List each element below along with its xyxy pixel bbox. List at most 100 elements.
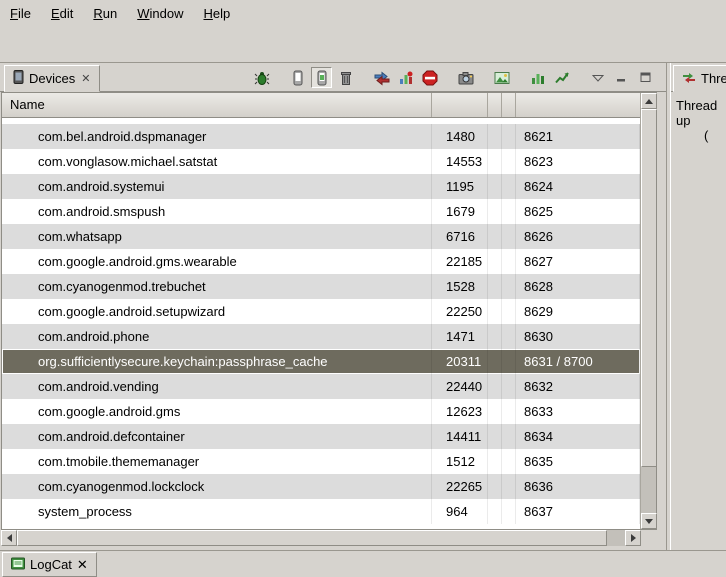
capture-systrace-icon[interactable] — [527, 67, 548, 88]
threads-message: Thread up ( — [671, 92, 726, 550]
dump-view-hierarchy-icon[interactable] — [491, 67, 512, 88]
blank-cell-1 — [488, 399, 502, 424]
blank-cell-2 — [502, 324, 516, 349]
table-row[interactable]: com.whatsapp 6716 8626 — [2, 224, 640, 249]
scroll-right-icon[interactable] — [625, 530, 641, 546]
devices-view-toolbar — [251, 67, 656, 88]
table-row[interactable]: com.cyanogenmod.lockclock 22265 8636 — [2, 474, 640, 499]
column-header-blank1[interactable] — [488, 93, 502, 117]
table-row[interactable]: com.cyanogenmod.trebuchet 1528 8628 — [2, 274, 640, 299]
stop-process-icon[interactable] — [419, 67, 440, 88]
blank-cell-1 — [488, 299, 502, 324]
process-name: com.android.phone — [2, 324, 432, 349]
update-threads-icon[interactable] — [371, 67, 392, 88]
vertical-scrollbar[interactable] — [640, 93, 656, 529]
blank-cell-2 — [502, 474, 516, 499]
process-pid: 1528 — [432, 274, 488, 299]
blank-cell-2 — [502, 299, 516, 324]
table-row[interactable]: org.sufficientlysecure.keychain:passphra… — [2, 349, 640, 374]
blank-cell-2 — [502, 499, 516, 524]
close-icon[interactable]: ✕ — [77, 557, 88, 573]
scroll-up-icon[interactable] — [641, 93, 657, 109]
column-header-name[interactable]: Name — [2, 93, 432, 117]
blank-cell-1 — [488, 124, 502, 149]
main-area: Devices ✕ — [0, 63, 726, 550]
menu-item[interactable]: Run — [83, 2, 127, 25]
horizontal-scroll-thumb[interactable] — [17, 530, 607, 546]
menu-item[interactable]: Window — [127, 2, 193, 25]
threads-message-line2: ( — [704, 128, 726, 143]
table-row[interactable]: com.android.phone 1471 8630 — [2, 324, 640, 349]
table-row[interactable]: com.google.android.gms.wearable 22185 86… — [2, 249, 640, 274]
screen-capture-icon[interactable] — [455, 67, 476, 88]
process-pid: 964 — [432, 499, 488, 524]
scroll-down-icon[interactable] — [641, 513, 657, 529]
update-heap-icon[interactable] — [287, 67, 308, 88]
menu-item[interactable]: File — [0, 2, 41, 25]
blank-cell-1 — [488, 449, 502, 474]
process-name: org.sufficientlysecure.keychain:passphra… — [2, 349, 432, 374]
tab-logcat-label: LogCat — [30, 557, 72, 572]
process-port: 8630 — [516, 324, 640, 349]
table-row[interactable]: com.tmobile.thememanager 1512 8635 — [2, 449, 640, 474]
process-pid: 22265 — [432, 474, 488, 499]
debug-process-icon[interactable] — [251, 67, 272, 88]
scroll-left-icon[interactable] — [1, 530, 17, 546]
process-name: com.cyanogenmod.lockclock — [2, 474, 432, 499]
blank-cell-1 — [488, 374, 502, 399]
process-name: com.bel.android.dspmanager — [2, 124, 432, 149]
process-pid: 1471 — [432, 324, 488, 349]
vertical-scroll-thumb[interactable] — [641, 109, 657, 467]
cause-gc-icon[interactable] — [335, 67, 356, 88]
process-port: 8636 — [516, 474, 640, 499]
menu-item[interactable]: Edit — [41, 2, 83, 25]
menu-item[interactable]: Help — [193, 2, 240, 25]
blank-cell-1 — [488, 224, 502, 249]
ddms-window: FileEditRunWindowHelp Devices ✕ — [0, 0, 726, 577]
process-pid: 1480 — [432, 124, 488, 149]
device-table-body: com.bel.android.dspmanager 1480 8621 com… — [2, 118, 640, 529]
start-method-profiling-icon[interactable] — [395, 67, 416, 88]
column-header-port[interactable] — [516, 93, 640, 117]
main-toolbar — [0, 27, 726, 63]
bottom-view-bar: LogCat ✕ — [0, 550, 726, 577]
table-row[interactable]: com.android.defcontainer 14411 8634 — [2, 424, 640, 449]
table-row[interactable]: com.android.smspush 1679 8625 — [2, 199, 640, 224]
tab-threads[interactable]: Threads — [673, 65, 726, 92]
blank-cell-2 — [502, 249, 516, 274]
tab-devices[interactable]: Devices ✕ — [4, 65, 100, 92]
close-icon[interactable]: ✕ — [80, 72, 91, 85]
horizontal-scrollbar[interactable] — [1, 530, 641, 546]
column-header-blank2[interactable] — [502, 93, 516, 117]
table-header: Name — [2, 93, 640, 118]
tab-logcat[interactable]: LogCat ✕ — [2, 552, 97, 577]
blank-cell-1 — [488, 349, 502, 374]
blank-cell-2 — [502, 399, 516, 424]
dump-hprof-icon[interactable] — [311, 67, 332, 88]
blank-cell-1 — [488, 424, 502, 449]
table-row[interactable]: com.android.systemui 1195 8624 — [2, 174, 640, 199]
table-row[interactable]: com.vonglasow.michael.satstat 14553 8623 — [2, 149, 640, 174]
process-pid: 14411 — [432, 424, 488, 449]
process-port: 8633 — [516, 399, 640, 424]
table-row[interactable]: com.android.vending 22440 8632 — [2, 374, 640, 399]
sysinfo-chart-icon[interactable] — [551, 67, 572, 88]
column-header-pid[interactable] — [432, 93, 488, 117]
blank-cell-1 — [488, 324, 502, 349]
table-row[interactable]: com.google.android.setupwizard 22250 862… — [2, 299, 640, 324]
process-port: 8626 — [516, 224, 640, 249]
devices-pane: Devices ✕ — [0, 63, 666, 550]
threads-pane: Threads Thread up ( — [671, 63, 726, 550]
table-row[interactable]: com.google.android.gms 12623 8633 — [2, 399, 640, 424]
blank-cell-2 — [502, 274, 516, 299]
view-menu-icon[interactable] — [587, 67, 608, 88]
menubar: FileEditRunWindowHelp — [0, 0, 726, 27]
blank-cell-2 — [502, 424, 516, 449]
blank-cell-1 — [488, 274, 502, 299]
process-name: com.android.vending — [2, 374, 432, 399]
minimize-icon[interactable] — [611, 67, 632, 88]
table-row[interactable]: system_process 964 8637 — [2, 499, 640, 524]
maximize-icon[interactable] — [635, 67, 656, 88]
table-row[interactable]: com.bel.android.dspmanager 1480 8621 — [2, 124, 640, 149]
blank-cell-1 — [488, 199, 502, 224]
